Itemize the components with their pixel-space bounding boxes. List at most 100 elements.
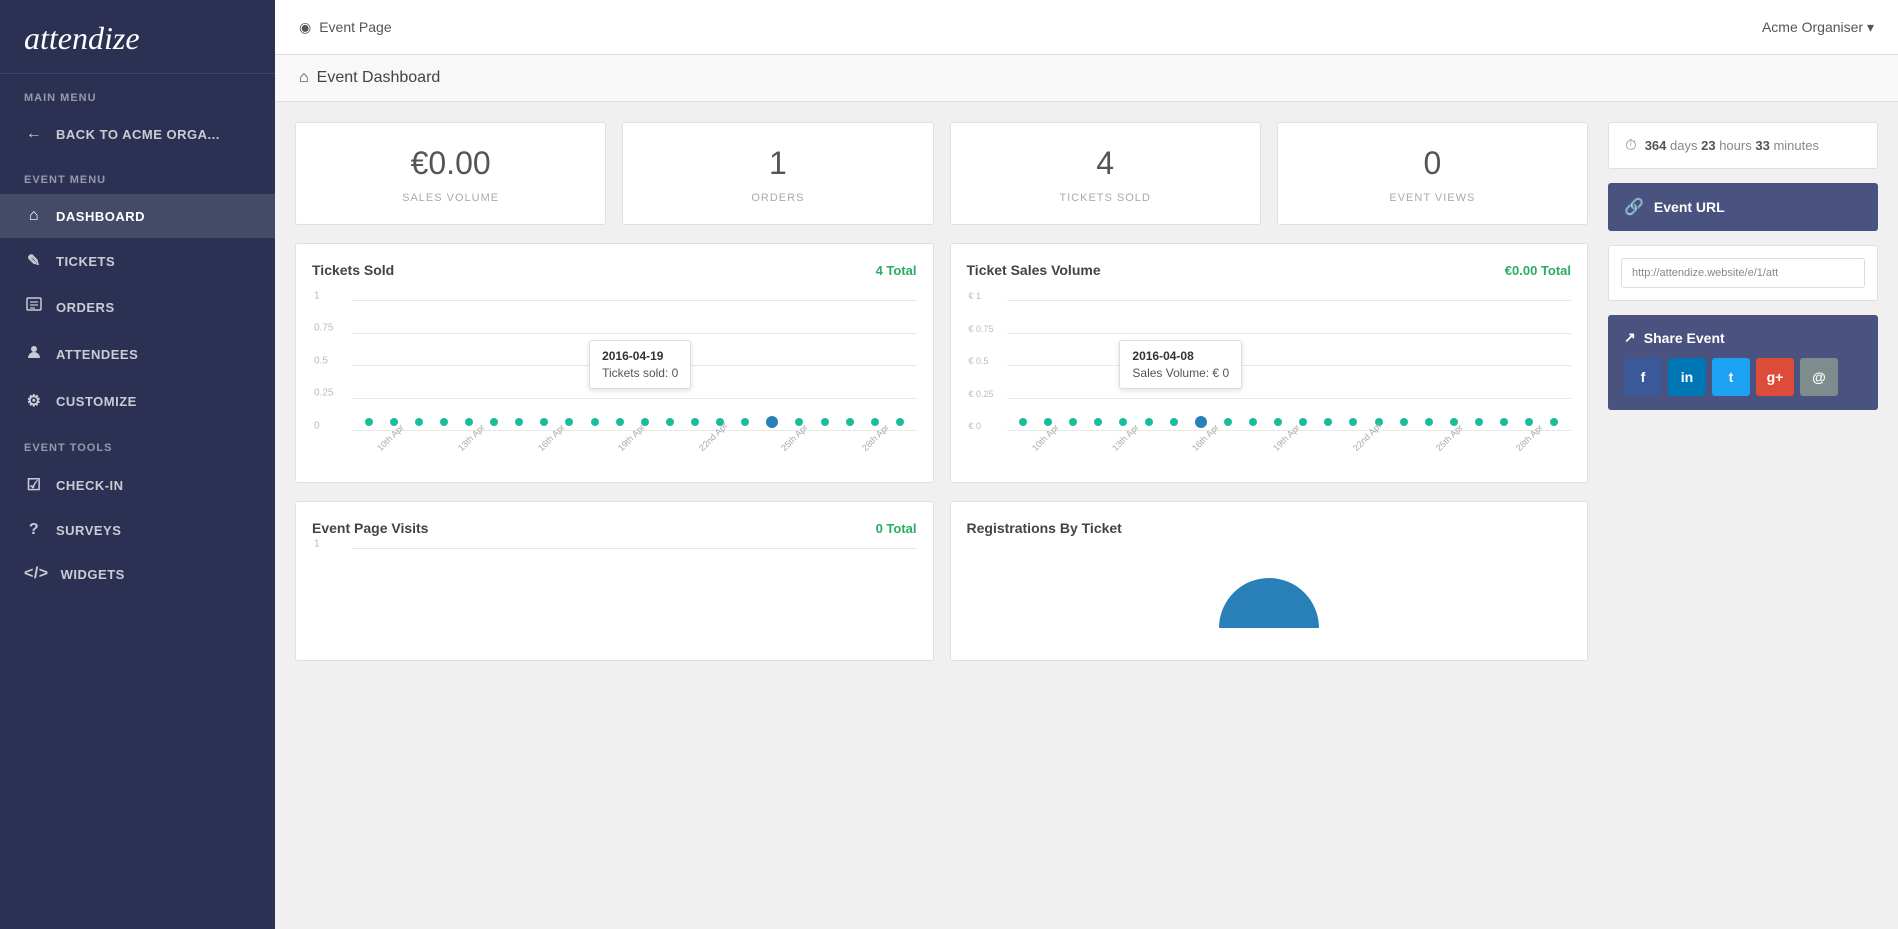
dot-chart-sales: € 1 € 0.75 € 0.5 € 0.25 € 0 <box>967 290 1572 470</box>
dot-chart-tickets: 1 0.75 0.5 0.25 0 <box>312 290 917 470</box>
event-views-label: EVENT VIEWS <box>1389 192 1475 204</box>
chart-title: Event Page Visits <box>312 520 428 536</box>
chart-total: 0 Total <box>876 521 917 536</box>
sidebar-item-dashboard[interactable]: ⌂ DASHBOARD <box>0 194 275 238</box>
dot <box>1019 418 1027 426</box>
content-left: €0.00 SALES VOLUME 1 ORDERS 4 TICKETS SO… <box>295 122 1588 909</box>
sidebar-item-tickets[interactable]: ✎ TICKETS <box>0 238 275 284</box>
dot <box>1249 418 1257 426</box>
dot <box>1170 418 1178 426</box>
dot <box>540 418 548 426</box>
chart-header: Tickets Sold 4 Total <box>312 262 917 278</box>
dot <box>896 418 904 426</box>
share-email-button[interactable]: @ <box>1800 358 1838 396</box>
sidebar-item-customize[interactable]: ⚙ CUSTOMIZE <box>0 378 275 424</box>
customize-icon: ⚙ <box>24 391 44 411</box>
topbar: ◉ Event Page Acme Organiser ▾ <box>275 0 1898 55</box>
stat-card-sales: €0.00 SALES VOLUME <box>295 122 606 225</box>
chart-header: Registrations By Ticket <box>967 520 1572 536</box>
tickets-sold-chart: Tickets Sold 4 Total 1 0.75 0.5 0.25 0 <box>295 243 934 483</box>
chart-grid: 1 0.75 0.5 0.25 0 <box>352 300 917 430</box>
chart-cards-row1: Tickets Sold 4 Total 1 0.75 0.5 0.25 0 <box>295 243 1588 483</box>
countdown-days: 364 days 23 hours 33 minutes <box>1645 138 1819 153</box>
url-input[interactable] <box>1621 258 1865 288</box>
dot <box>1400 418 1408 426</box>
orders-label: ORDERS <box>751 192 804 204</box>
page-title: Event Dashboard <box>317 69 441 87</box>
sidebar-item-label: CUSTOMIZE <box>56 394 137 409</box>
share-linkedin-button[interactable]: in <box>1668 358 1706 396</box>
dot <box>616 418 624 426</box>
dot <box>1475 418 1483 426</box>
bottom-cards: Event Page Visits 0 Total 1 Regi <box>295 501 1588 661</box>
event-menu-title: EVENT MENU <box>0 156 275 194</box>
registrations-by-ticket-chart: Registrations By Ticket <box>950 501 1589 661</box>
event-tools-title: EVENT TOOLS <box>0 424 275 462</box>
chart-title: Ticket Sales Volume <box>967 262 1101 278</box>
widgets-icon: </> <box>24 565 49 583</box>
share-title: ↗ Share Event <box>1624 329 1862 346</box>
chart-area: 1 <box>312 548 917 628</box>
logo-text: attendize <box>24 20 140 56</box>
x-labels: 10th Apr 13th Apr 16th Apr 19th Apr 22nd… <box>312 430 917 456</box>
dot <box>1425 418 1433 426</box>
dot <box>1274 418 1282 426</box>
sidebar-item-label: BACK TO ACME ORGA... <box>56 127 220 142</box>
stat-card-views: 0 EVENT VIEWS <box>1277 122 1588 225</box>
eye-icon: ◉ <box>299 19 311 36</box>
tickets-icon: ✎ <box>24 251 44 271</box>
sidebar-item-orders[interactable]: ORDERS <box>0 284 275 331</box>
sidebar-item-attendees[interactable]: ATTENDEES <box>0 331 275 378</box>
dot <box>515 418 523 426</box>
dot <box>1145 418 1153 426</box>
chart-area: € 1 € 0.75 € 0.5 € 0.25 € 0 <box>967 300 1572 430</box>
chart-body: 1 <box>312 548 917 648</box>
sidebar-item-back[interactable]: ← BACK TO ACME ORGA... <box>0 112 275 156</box>
content: €0.00 SALES VOLUME 1 ORDERS 4 TICKETS SO… <box>275 102 1898 929</box>
share-twitter-button[interactable]: t <box>1712 358 1750 396</box>
event-page-visits-chart: Event Page Visits 0 Total 1 <box>295 501 934 661</box>
tickets-sold-value: 4 <box>967 145 1244 182</box>
dot <box>1299 418 1307 426</box>
dot <box>1324 418 1332 426</box>
chart-tooltip: 2016-04-19 Tickets sold: 0 <box>589 340 691 389</box>
dot <box>1224 418 1232 426</box>
pie-slice <box>1219 578 1319 628</box>
sales-volume-value: €0.00 <box>312 145 589 182</box>
dot <box>691 418 699 426</box>
user-menu[interactable]: Acme Organiser ▾ <box>1762 19 1874 36</box>
tooltip-value: Sales Volume: € 0 <box>1132 366 1229 380</box>
share-buttons: f in t g+ @ <box>1624 358 1862 396</box>
dot <box>1525 418 1533 426</box>
event-views-value: 0 <box>1294 145 1571 182</box>
orders-icon <box>24 297 44 318</box>
countdown-card: ⏱ 364 days 23 hours 33 minutes <box>1608 122 1878 169</box>
dot <box>490 418 498 426</box>
tickets-sold-label: TICKETS SOLD <box>1059 192 1150 204</box>
stat-card-orders: 1 ORDERS <box>622 122 933 225</box>
sidebar-item-label: TICKETS <box>56 254 115 269</box>
sidebar-item-widgets[interactable]: </> WIDGETS <box>0 552 275 596</box>
chart-tooltip: 2016-04-08 Sales Volume: € 0 <box>1119 340 1242 389</box>
home-icon: ⌂ <box>299 69 309 87</box>
chart-total: €0.00 Total <box>1505 263 1571 278</box>
dot <box>741 418 749 426</box>
dot <box>465 418 473 426</box>
sidebar-item-checkin[interactable]: ☑ CHECK-IN <box>0 462 275 508</box>
sidebar-item-label: WIDGETS <box>61 567 125 582</box>
event-page-link[interactable]: Event Page <box>319 19 391 35</box>
chart-header: Ticket Sales Volume €0.00 Total <box>967 262 1572 278</box>
share-googleplus-button[interactable]: g+ <box>1756 358 1794 396</box>
share-label: Share Event <box>1644 330 1725 346</box>
user-name[interactable]: Acme Organiser ▾ <box>1762 19 1874 36</box>
ticket-sales-chart: Ticket Sales Volume €0.00 Total € 1 € 0.… <box>950 243 1589 483</box>
attendees-icon <box>24 344 44 365</box>
main-menu-title: MAIN MENU <box>0 74 275 112</box>
content-right: ⏱ 364 days 23 hours 33 minutes 🔗 Event U… <box>1608 122 1878 909</box>
main-area: ◉ Event Page Acme Organiser ▾ ⌂ Event Da… <box>275 0 1898 929</box>
chart-grid: € 1 € 0.75 € 0.5 € 0.25 € 0 <box>1007 300 1572 430</box>
share-facebook-button[interactable]: f <box>1624 358 1662 396</box>
sidebar-item-surveys[interactable]: ? SURVEYS <box>0 508 275 552</box>
sidebar-item-label: ORDERS <box>56 300 115 315</box>
chart-total: 4 Total <box>876 263 917 278</box>
